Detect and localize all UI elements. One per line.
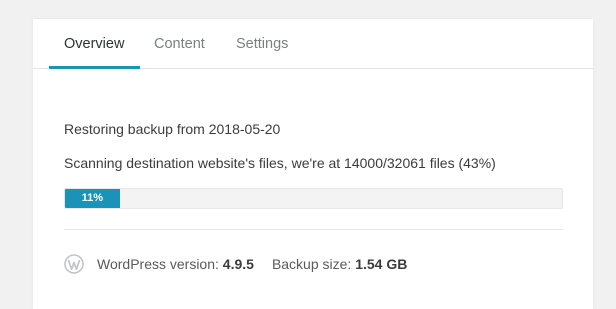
wordpress-icon: [64, 254, 84, 274]
wp-version-label: WordPress version:: [97, 256, 219, 272]
restore-title: Restoring backup from 2018-05-20: [64, 121, 281, 137]
tab-overview[interactable]: Overview: [64, 19, 124, 68]
active-tab-indicator: [49, 66, 140, 69]
divider: [64, 229, 563, 230]
scan-status: Scanning destination website's files, we…: [64, 155, 496, 171]
tab-content[interactable]: Content: [154, 19, 205, 68]
progress-fill: 11%: [65, 189, 120, 208]
wp-version-value: 4.9.5: [222, 256, 254, 272]
tab-settings[interactable]: Settings: [236, 19, 288, 68]
backup-size-label: Backup size:: [271, 256, 352, 272]
tab-bar: Overview Content Settings: [33, 19, 593, 69]
backup-card: Overview Content Settings Restoring back…: [33, 19, 593, 309]
backup-meta: WordPress version: 4.9.5 Backup size: 1.…: [64, 253, 407, 275]
restore-progress-bar: 11%: [64, 188, 563, 209]
backup-size-value: 1.54 GB: [355, 256, 408, 272]
